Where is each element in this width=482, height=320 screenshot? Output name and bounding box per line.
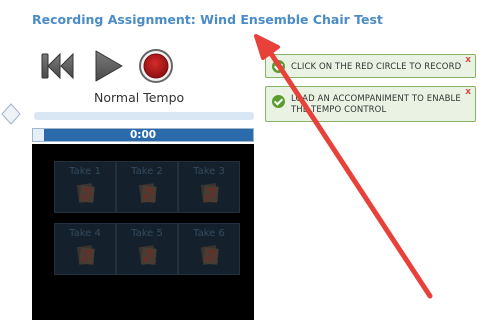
tempo-slider-handle[interactable] [1, 103, 21, 125]
rewind-icon[interactable] [40, 48, 76, 84]
music-file-icon [76, 245, 95, 266]
transport-controls [40, 48, 180, 84]
take-label: Take 3 [193, 166, 225, 177]
notification-text: CLICK ON THE RED CIRCLE TO RECORD [291, 62, 462, 72]
music-file-icon [138, 245, 157, 266]
take-3-button[interactable]: Take 3 [178, 161, 240, 213]
music-file-icon [200, 245, 219, 266]
take-label: Take 5 [131, 228, 163, 239]
close-icon[interactable]: x [465, 56, 471, 65]
notification-text-line1: LOAD AN ACCOMPANIMENT TO ENABLE [291, 94, 461, 104]
take-label: Take 6 [193, 228, 225, 239]
music-file-icon [200, 183, 219, 204]
tempo-slider[interactable] [34, 112, 254, 120]
take-label: Take 4 [69, 228, 101, 239]
playback-time: 0:00 [129, 129, 157, 141]
check-icon [272, 95, 285, 108]
music-file-icon [76, 183, 95, 204]
take-label: Take 2 [131, 166, 163, 177]
check-icon [272, 60, 285, 73]
music-file-icon [138, 183, 157, 204]
notification-text-line2: THE TEMPO CONTROL [291, 105, 387, 115]
playback-progress-bar[interactable]: 0:00 [32, 128, 254, 142]
take-label: Take 1 [69, 166, 101, 177]
notification-record-hint: CLICK ON THE RED CIRCLE TO RECORD x [265, 54, 476, 78]
close-icon[interactable]: x [465, 88, 471, 97]
take-5-button[interactable]: Take 5 [116, 223, 178, 275]
record-icon[interactable] [138, 48, 174, 84]
notification-tempo-hint: LOAD AN ACCOMPANIMENT TO ENABLE THE TEMP… [265, 86, 476, 122]
page-title: Recording Assignment: Wind Ensemble Chai… [32, 12, 383, 27]
take-4-button[interactable]: Take 4 [54, 223, 116, 275]
take-6-button[interactable]: Take 6 [178, 223, 240, 275]
play-icon[interactable] [90, 48, 126, 84]
take-2-button[interactable]: Take 2 [116, 161, 178, 213]
takes-panel: Take 1 Take 2 Take 3 Take 4 Take 5 Take … [32, 144, 254, 320]
tempo-label: Normal Tempo [94, 90, 185, 105]
take-1-button[interactable]: Take 1 [54, 161, 116, 213]
